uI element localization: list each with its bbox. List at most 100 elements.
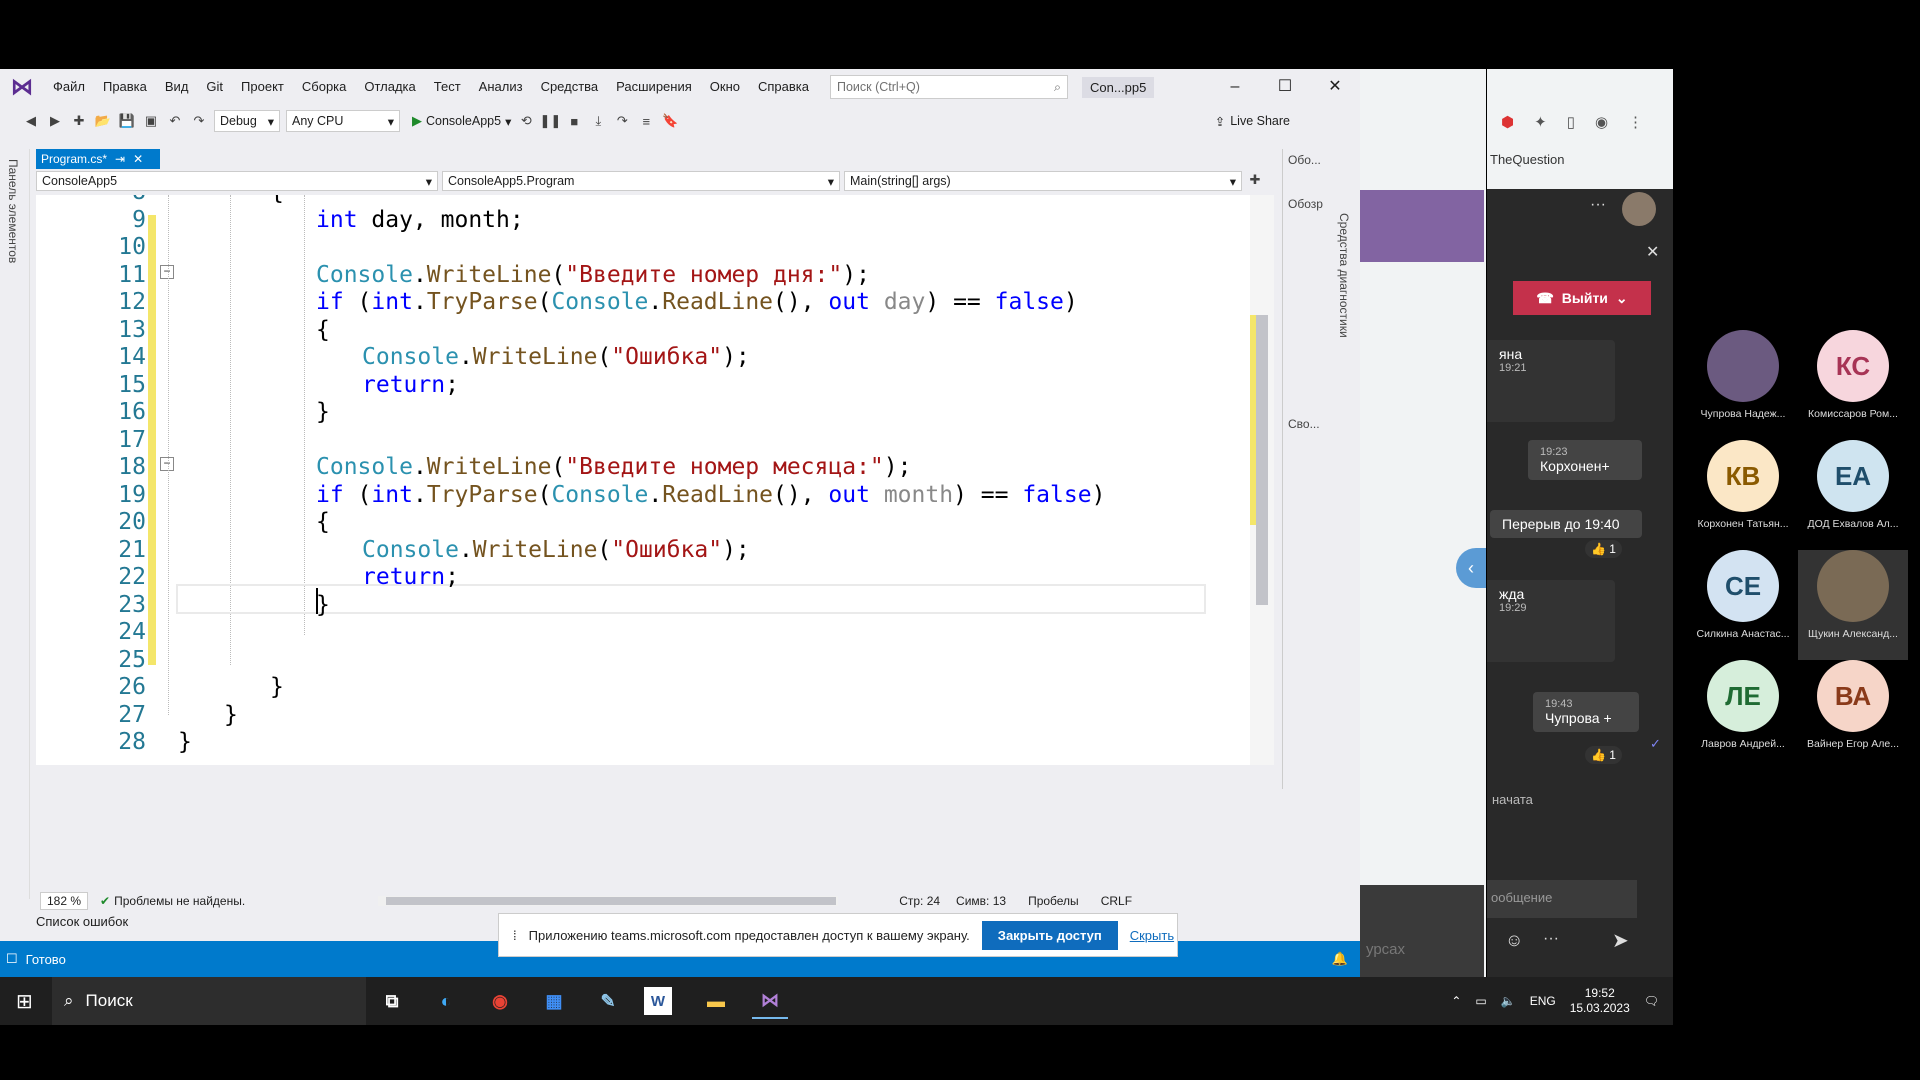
- notifications-icon[interactable]: 🗨: [1644, 994, 1659, 1008]
- sidebar-icon[interactable]: ▯: [1567, 113, 1575, 131]
- hide-banner-link[interactable]: Скрыть: [1130, 928, 1174, 943]
- menu-test[interactable]: Тест: [425, 69, 470, 105]
- bookmark-icon[interactable]: 🔖: [661, 112, 679, 130]
- participant-tile[interactable]: СЕ Силкина Анастас...: [1688, 550, 1798, 660]
- zoom-select[interactable]: 182 %: [40, 892, 89, 910]
- live-share-button[interactable]: ⇪ Live Share: [1215, 105, 1290, 137]
- collapse-icon[interactable]: −: [160, 457, 174, 471]
- hot-reload-icon[interactable]: ⟲: [517, 112, 535, 130]
- horizontal-scrollbar[interactable]: [378, 896, 838, 906]
- open-icon[interactable]: 📂: [94, 112, 112, 130]
- battery-icon[interactable]: ▭: [1475, 994, 1486, 1008]
- vertical-scrollbar[interactable]: [1250, 195, 1274, 765]
- more-options-icon[interactable]: ···: [1590, 196, 1606, 214]
- menu-analyze[interactable]: Анализ: [470, 69, 532, 105]
- participant-tile[interactable]: КС Комиссаров Ром...: [1798, 330, 1908, 440]
- edge-icon[interactable]: ◐: [428, 983, 464, 1019]
- stop-sharing-button[interactable]: Закрыть доступ: [981, 920, 1118, 950]
- participant-tile[interactable]: Чупрова Надеж...: [1688, 330, 1798, 440]
- avatar[interactable]: [1622, 192, 1656, 226]
- run-button[interactable]: ▶ ConsoleApp5 ▾: [412, 113, 511, 129]
- redo-icon[interactable]: ↷: [190, 112, 208, 130]
- close-panel-icon[interactable]: ✕: [1646, 242, 1659, 262]
- step-over-icon[interactable]: ↷: [613, 112, 631, 130]
- menu-view[interactable]: Вид: [156, 69, 198, 105]
- split-icon[interactable]: ✚: [1246, 171, 1264, 189]
- menu-window[interactable]: Окно: [701, 69, 749, 105]
- language-indicator[interactable]: ENG: [1530, 994, 1556, 1008]
- member-dropdown[interactable]: Main(string[] args) ▾: [844, 171, 1242, 191]
- back-icon[interactable]: ◀: [22, 112, 40, 130]
- collapse-icon[interactable]: −: [160, 265, 174, 279]
- chevron-up-icon[interactable]: ⌃: [1451, 994, 1461, 1008]
- clock[interactable]: 19:52 15.03.2023: [1570, 986, 1630, 1016]
- line-endings[interactable]: CRLF: [1101, 894, 1132, 908]
- step-into-icon[interactable]: ⤓: [589, 112, 607, 130]
- properties-caption[interactable]: Сво...: [1288, 417, 1320, 431]
- menu-extensions[interactable]: Расширения: [607, 69, 701, 105]
- menu-tools[interactable]: Средства: [532, 69, 608, 105]
- scrollbar-thumb[interactable]: [386, 897, 836, 905]
- reaction-badge[interactable]: 👍 1: [1585, 540, 1622, 558]
- project-dropdown[interactable]: ConsoleApp5 ▾: [36, 171, 438, 191]
- new-project-icon[interactable]: ✚: [70, 112, 88, 130]
- volume-icon[interactable]: 🔈: [1501, 994, 1516, 1008]
- close-icon[interactable]: ✕: [1310, 69, 1360, 105]
- overview-caption[interactable]: Обозр: [1288, 197, 1323, 211]
- send-icon[interactable]: ➤: [1612, 928, 1629, 953]
- pause-icon[interactable]: ❚❚: [539, 112, 561, 130]
- menu-edit[interactable]: Правка: [94, 69, 156, 105]
- search-input[interactable]: Поиск (Ctrl+Q) ⌕: [829, 75, 1068, 99]
- extensions-icon[interactable]: ✦: [1534, 113, 1547, 131]
- participant-tile[interactable]: ВА Вайнер Егор Але...: [1798, 660, 1908, 770]
- menu-help[interactable]: Справка: [749, 69, 818, 105]
- more-icon[interactable]: ⋮: [1628, 113, 1643, 131]
- participant-tile[interactable]: КВ Корхонен Татьян...: [1688, 440, 1798, 550]
- code-editor[interactable]: − − 8 9 10 11 12 13 14 15 16 17 18 19 20…: [36, 195, 1250, 765]
- save-icon[interactable]: 💾: [118, 112, 136, 130]
- taskbar-search[interactable]: ⌕ Поиск: [52, 977, 366, 1025]
- chrome-icon[interactable]: ◉: [482, 983, 518, 1019]
- maximize-icon[interactable]: ☐: [1260, 69, 1310, 105]
- menu-file[interactable]: Файл: [44, 69, 94, 105]
- adblock-icon[interactable]: ⬢: [1501, 113, 1514, 131]
- visual-studio-logo-icon[interactable]: ⋈: [0, 69, 44, 105]
- emoji-icon[interactable]: ☺: [1505, 930, 1523, 951]
- participant-tile[interactable]: ЕА ДОД Ехвалов Ал...: [1798, 440, 1908, 550]
- platform-select[interactable]: Any CPU ▾: [286, 110, 400, 132]
- reaction-badge[interactable]: 👍 1: [1585, 746, 1622, 764]
- menu-project[interactable]: Проект: [232, 69, 293, 105]
- menu-build[interactable]: Сборка: [293, 69, 356, 105]
- file-explorer-icon[interactable]: ▬: [698, 983, 734, 1019]
- start-icon[interactable]: ⊞: [16, 989, 33, 1014]
- stop-icon[interactable]: ■: [565, 112, 583, 130]
- config-select[interactable]: Debug ▾: [214, 110, 280, 132]
- class-dropdown[interactable]: ConsoleApp5.Program ▾: [442, 171, 840, 191]
- profile-icon[interactable]: ◉: [1595, 113, 1608, 131]
- diagnostics-tab[interactable]: Средства диагностики: [1337, 213, 1351, 338]
- notepad-icon[interactable]: ✎: [590, 983, 626, 1019]
- participant-tile[interactable]: ЛЕ Лавров Андрей...: [1688, 660, 1798, 770]
- comment-icon[interactable]: ≡: [637, 112, 655, 130]
- whitespace-mode[interactable]: Пробелы: [1028, 894, 1079, 908]
- save-all-icon[interactable]: ▣: [142, 112, 160, 130]
- task-view-icon[interactable]: ⧉: [374, 983, 410, 1019]
- notification-bell-icon[interactable]: 🔔: [1332, 951, 1348, 967]
- pin-icon[interactable]: ⇥: [115, 152, 125, 166]
- menu-debug[interactable]: Отладка: [355, 69, 424, 105]
- more-icon[interactable]: ···: [1543, 930, 1559, 948]
- issues-status[interactable]: Проблемы не найдены.: [114, 894, 245, 908]
- undo-icon[interactable]: ↶: [166, 112, 184, 130]
- minimize-icon[interactable]: –: [1210, 69, 1260, 105]
- menu-git[interactable]: Git: [197, 69, 232, 105]
- store-icon[interactable]: ▦: [536, 983, 572, 1019]
- leave-call-button[interactable]: ☎ Выйти ⌄: [1513, 281, 1651, 315]
- bookmark-thequestion[interactable]: TheQuestion: [1490, 152, 1564, 167]
- tab-program-cs[interactable]: Program.cs* ⇥ ✕: [36, 149, 160, 169]
- tool-window-caption[interactable]: Обо...: [1288, 153, 1321, 167]
- word-icon[interactable]: W: [644, 987, 672, 1015]
- error-list-tab[interactable]: Список ошибок: [36, 914, 128, 929]
- visual-studio-icon[interactable]: ⋈: [752, 983, 788, 1019]
- scrollbar-thumb[interactable]: [1256, 315, 1268, 605]
- chat-input[interactable]: ообщение: [1487, 880, 1637, 918]
